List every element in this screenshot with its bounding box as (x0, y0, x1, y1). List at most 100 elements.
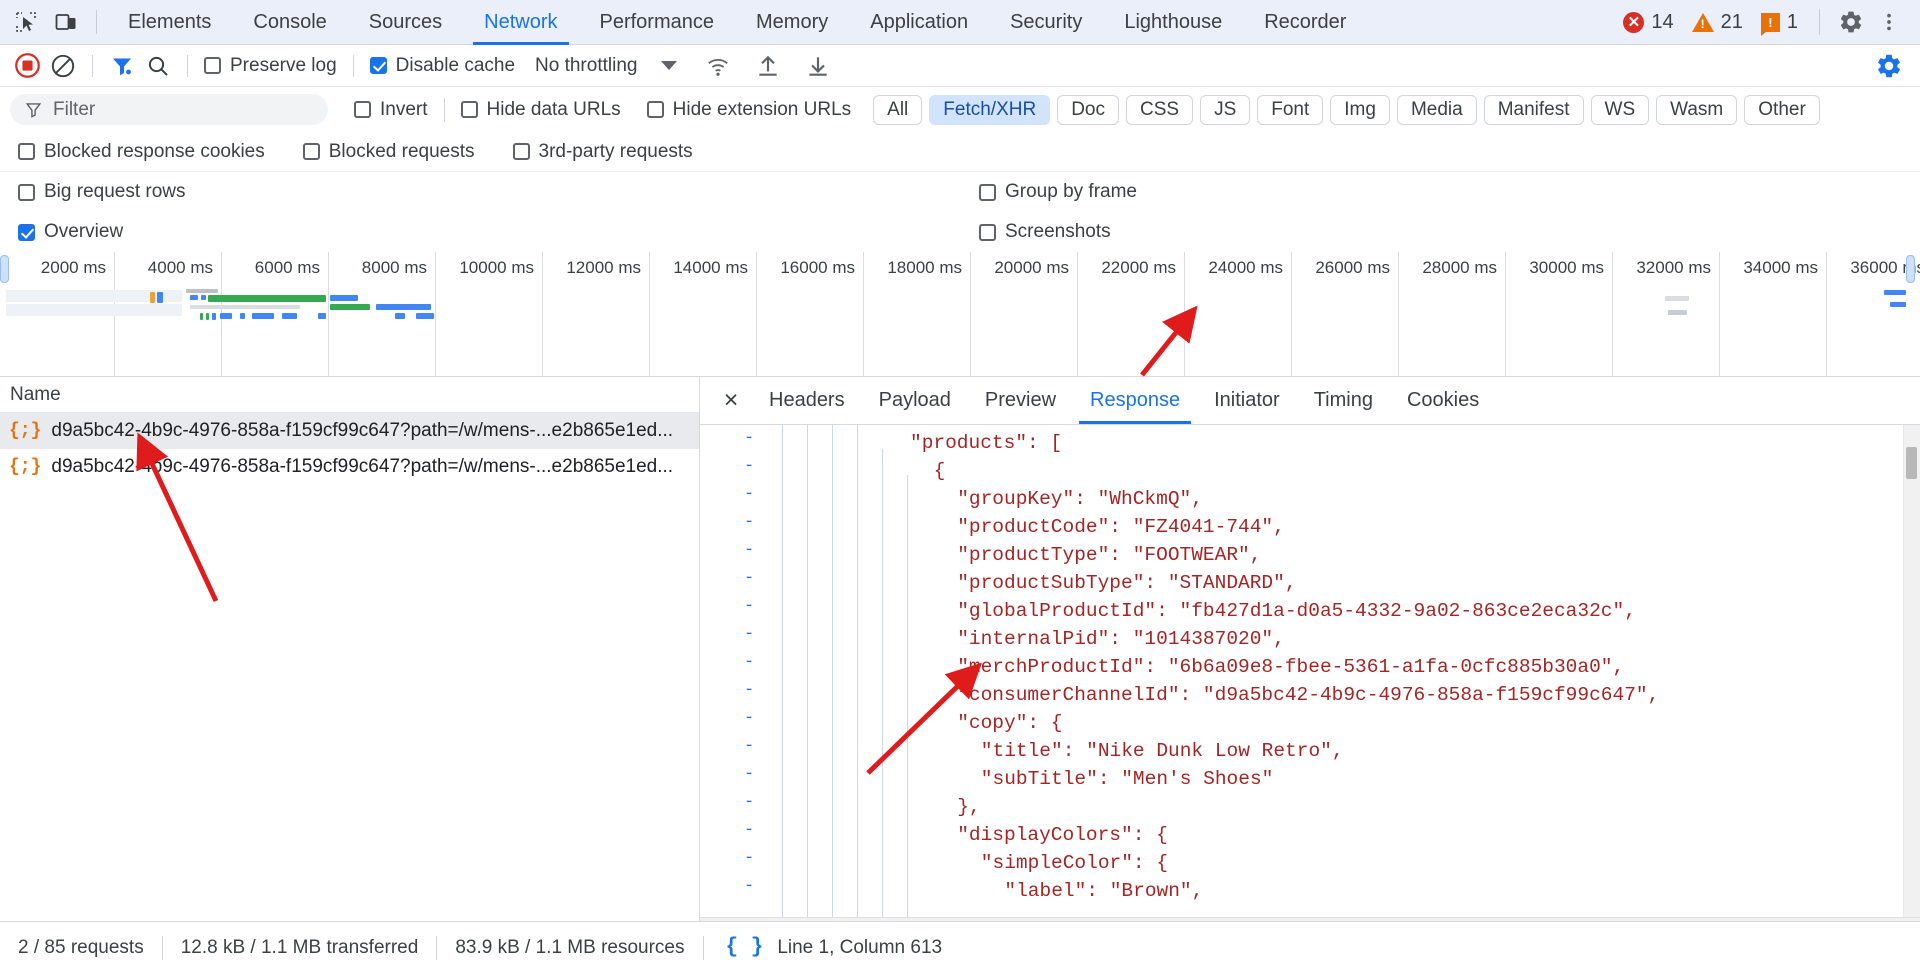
hide-extension-urls-checkbox[interactable]: Hide extension URLs (643, 99, 855, 121)
blocked-response-cookies-checkbox[interactable]: Blocked response cookies (14, 141, 269, 163)
error-count-badge[interactable]: ✕ 14 (1616, 11, 1680, 34)
request-list-panel: Name {;} d9a5bc42-4b9c-4976-858a-f159cf9… (0, 377, 700, 934)
filter-type-media[interactable]: Media (1397, 95, 1477, 125)
timeline-tick-label: 26000 ms (1315, 258, 1390, 278)
filter-type-fetch-xhr[interactable]: Fetch/XHR (929, 95, 1050, 125)
filter-type-js[interactable]: JS (1200, 95, 1250, 125)
warning-count-badge[interactable]: 21 (1685, 11, 1750, 34)
clear-button[interactable] (46, 49, 80, 83)
filter-input[interactable]: Filter (10, 94, 328, 125)
overview-right-handle[interactable] (1906, 255, 1915, 283)
fold-marker[interactable]: - (744, 597, 754, 616)
pretty-print-icon[interactable]: { } (726, 936, 764, 959)
tab-elements[interactable]: Elements (107, 0, 232, 45)
tab-cookies[interactable]: Cookies (1390, 377, 1496, 424)
fold-marker[interactable]: - (744, 513, 754, 532)
tab-console[interactable]: Console (232, 0, 347, 45)
filter-type-doc[interactable]: Doc (1057, 95, 1119, 125)
disable-cache-checkbox[interactable]: Disable cache (366, 55, 519, 77)
invert-checkbox[interactable]: Invert (350, 99, 432, 121)
json-line: "productSubType": "STANDARD", (957, 569, 1296, 597)
toolbar-divider-2 (1819, 9, 1820, 35)
tab-security[interactable]: Security (989, 0, 1103, 45)
request-column-header[interactable]: Name (0, 377, 699, 413)
tab-initiator[interactable]: Initiator (1197, 377, 1297, 424)
tab-recorder[interactable]: Recorder (1243, 0, 1367, 45)
tab-headers[interactable]: Headers (752, 377, 862, 424)
network-overview[interactable]: 2000 ms4000 ms6000 ms8000 ms10000 ms1200… (0, 252, 1920, 377)
network-settings-icon[interactable] (1872, 49, 1906, 83)
network-conditions-icon[interactable] (701, 49, 735, 83)
filter-type-other[interactable]: Other (1744, 95, 1820, 125)
column-header-name: Name (10, 384, 61, 406)
big-request-rows-label: Big request rows (44, 181, 186, 203)
filter-type-css[interactable]: CSS (1126, 95, 1193, 125)
tab-application[interactable]: Application (849, 0, 989, 45)
filter-type-img[interactable]: Img (1330, 95, 1390, 125)
tab-response[interactable]: Response (1073, 377, 1197, 424)
tab-timing[interactable]: Timing (1297, 377, 1390, 424)
import-har-icon[interactable] (751, 49, 785, 83)
search-icon[interactable] (141, 49, 175, 83)
gear-icon[interactable] (1834, 5, 1868, 39)
close-icon[interactable]: × (710, 378, 752, 424)
info-count-badge[interactable]: ! 1 (1754, 11, 1805, 34)
fold-marker[interactable]: - (744, 653, 754, 672)
third-party-requests-checkbox[interactable]: 3rd-party requests (509, 141, 697, 163)
vertical-scroll-thumb[interactable] (1906, 447, 1917, 479)
fold-marker[interactable]: - (744, 485, 754, 504)
throttling-select[interactable]: No throttling (535, 55, 637, 77)
panel-tabs: Elements Console Sources Network Perform… (107, 0, 1367, 45)
filter-type-font[interactable]: Font (1257, 95, 1323, 125)
fold-marker[interactable]: - (744, 681, 754, 700)
fold-marker[interactable]: - (744, 457, 754, 476)
hide-data-urls-checkbox[interactable]: Hide data URLs (457, 99, 625, 121)
fold-marker[interactable]: - (744, 569, 754, 588)
request-row-1[interactable]: {;} d9a5bc42-4b9c-4976-858a-f159cf99c647… (0, 413, 699, 449)
fold-marker[interactable]: - (744, 429, 754, 448)
kebab-menu-icon[interactable] (1872, 5, 1906, 39)
big-request-rows-checkbox[interactable]: Big request rows (14, 181, 190, 203)
devtools-window: Elements Console Sources Network Perform… (0, 0, 1920, 973)
tab-lighthouse[interactable]: Lighthouse (1103, 0, 1243, 45)
tab-performance[interactable]: Performance (579, 0, 736, 45)
tab-memory[interactable]: Memory (735, 0, 849, 45)
tab-network[interactable]: Network (463, 0, 578, 45)
overview-checkbox[interactable]: Overview (14, 221, 127, 243)
tab-payload[interactable]: Payload (862, 377, 968, 424)
device-toolbar-icon[interactable] (46, 3, 86, 41)
response-body-viewer[interactable]: ----------------- "products": [{"groupKe… (700, 425, 1920, 934)
hide-extension-urls-label: Hide extension URLs (673, 99, 851, 121)
fold-marker[interactable]: - (744, 737, 754, 756)
chevron-down-icon[interactable] (661, 61, 677, 70)
export-har-icon[interactable] (801, 49, 835, 83)
filter-type-wasm[interactable]: Wasm (1656, 95, 1737, 125)
fold-marker[interactable]: - (744, 849, 754, 868)
filter-type-ws[interactable]: WS (1591, 95, 1650, 125)
tab-preview[interactable]: Preview (968, 377, 1073, 424)
record-button[interactable] (10, 49, 44, 83)
filter-icon[interactable] (105, 49, 139, 83)
json-line: }, (957, 793, 980, 821)
json-line: { (934, 457, 946, 485)
fold-marker[interactable]: - (744, 821, 754, 840)
filter-type-all[interactable]: All (873, 95, 922, 125)
fold-marker[interactable]: - (744, 541, 754, 560)
fold-marker[interactable]: - (744, 877, 754, 896)
vertical-scrollbar[interactable] (1903, 425, 1920, 934)
inspect-element-icon[interactable] (6, 3, 46, 41)
tab-sources[interactable]: Sources (348, 0, 463, 45)
group-by-frame-checkbox[interactable]: Group by frame (975, 181, 1141, 203)
fold-marker[interactable]: - (744, 709, 754, 728)
filter-type-manifest[interactable]: Manifest (1484, 95, 1584, 125)
third-party-requests-label: 3rd-party requests (539, 141, 693, 163)
fold-marker[interactable]: - (744, 765, 754, 784)
screenshots-checkbox[interactable]: Screenshots (975, 221, 1115, 243)
fold-marker[interactable]: - (744, 793, 754, 812)
indent-guide (832, 425, 833, 934)
preserve-log-checkbox[interactable]: Preserve log (200, 55, 341, 77)
fold-marker[interactable]: - (744, 625, 754, 644)
request-row-2[interactable]: {;} d9a5bc42-4b9c-4976-858a-f159cf99c647… (0, 449, 699, 485)
overview-left-handle[interactable] (0, 255, 9, 283)
blocked-requests-checkbox[interactable]: Blocked requests (299, 141, 479, 163)
